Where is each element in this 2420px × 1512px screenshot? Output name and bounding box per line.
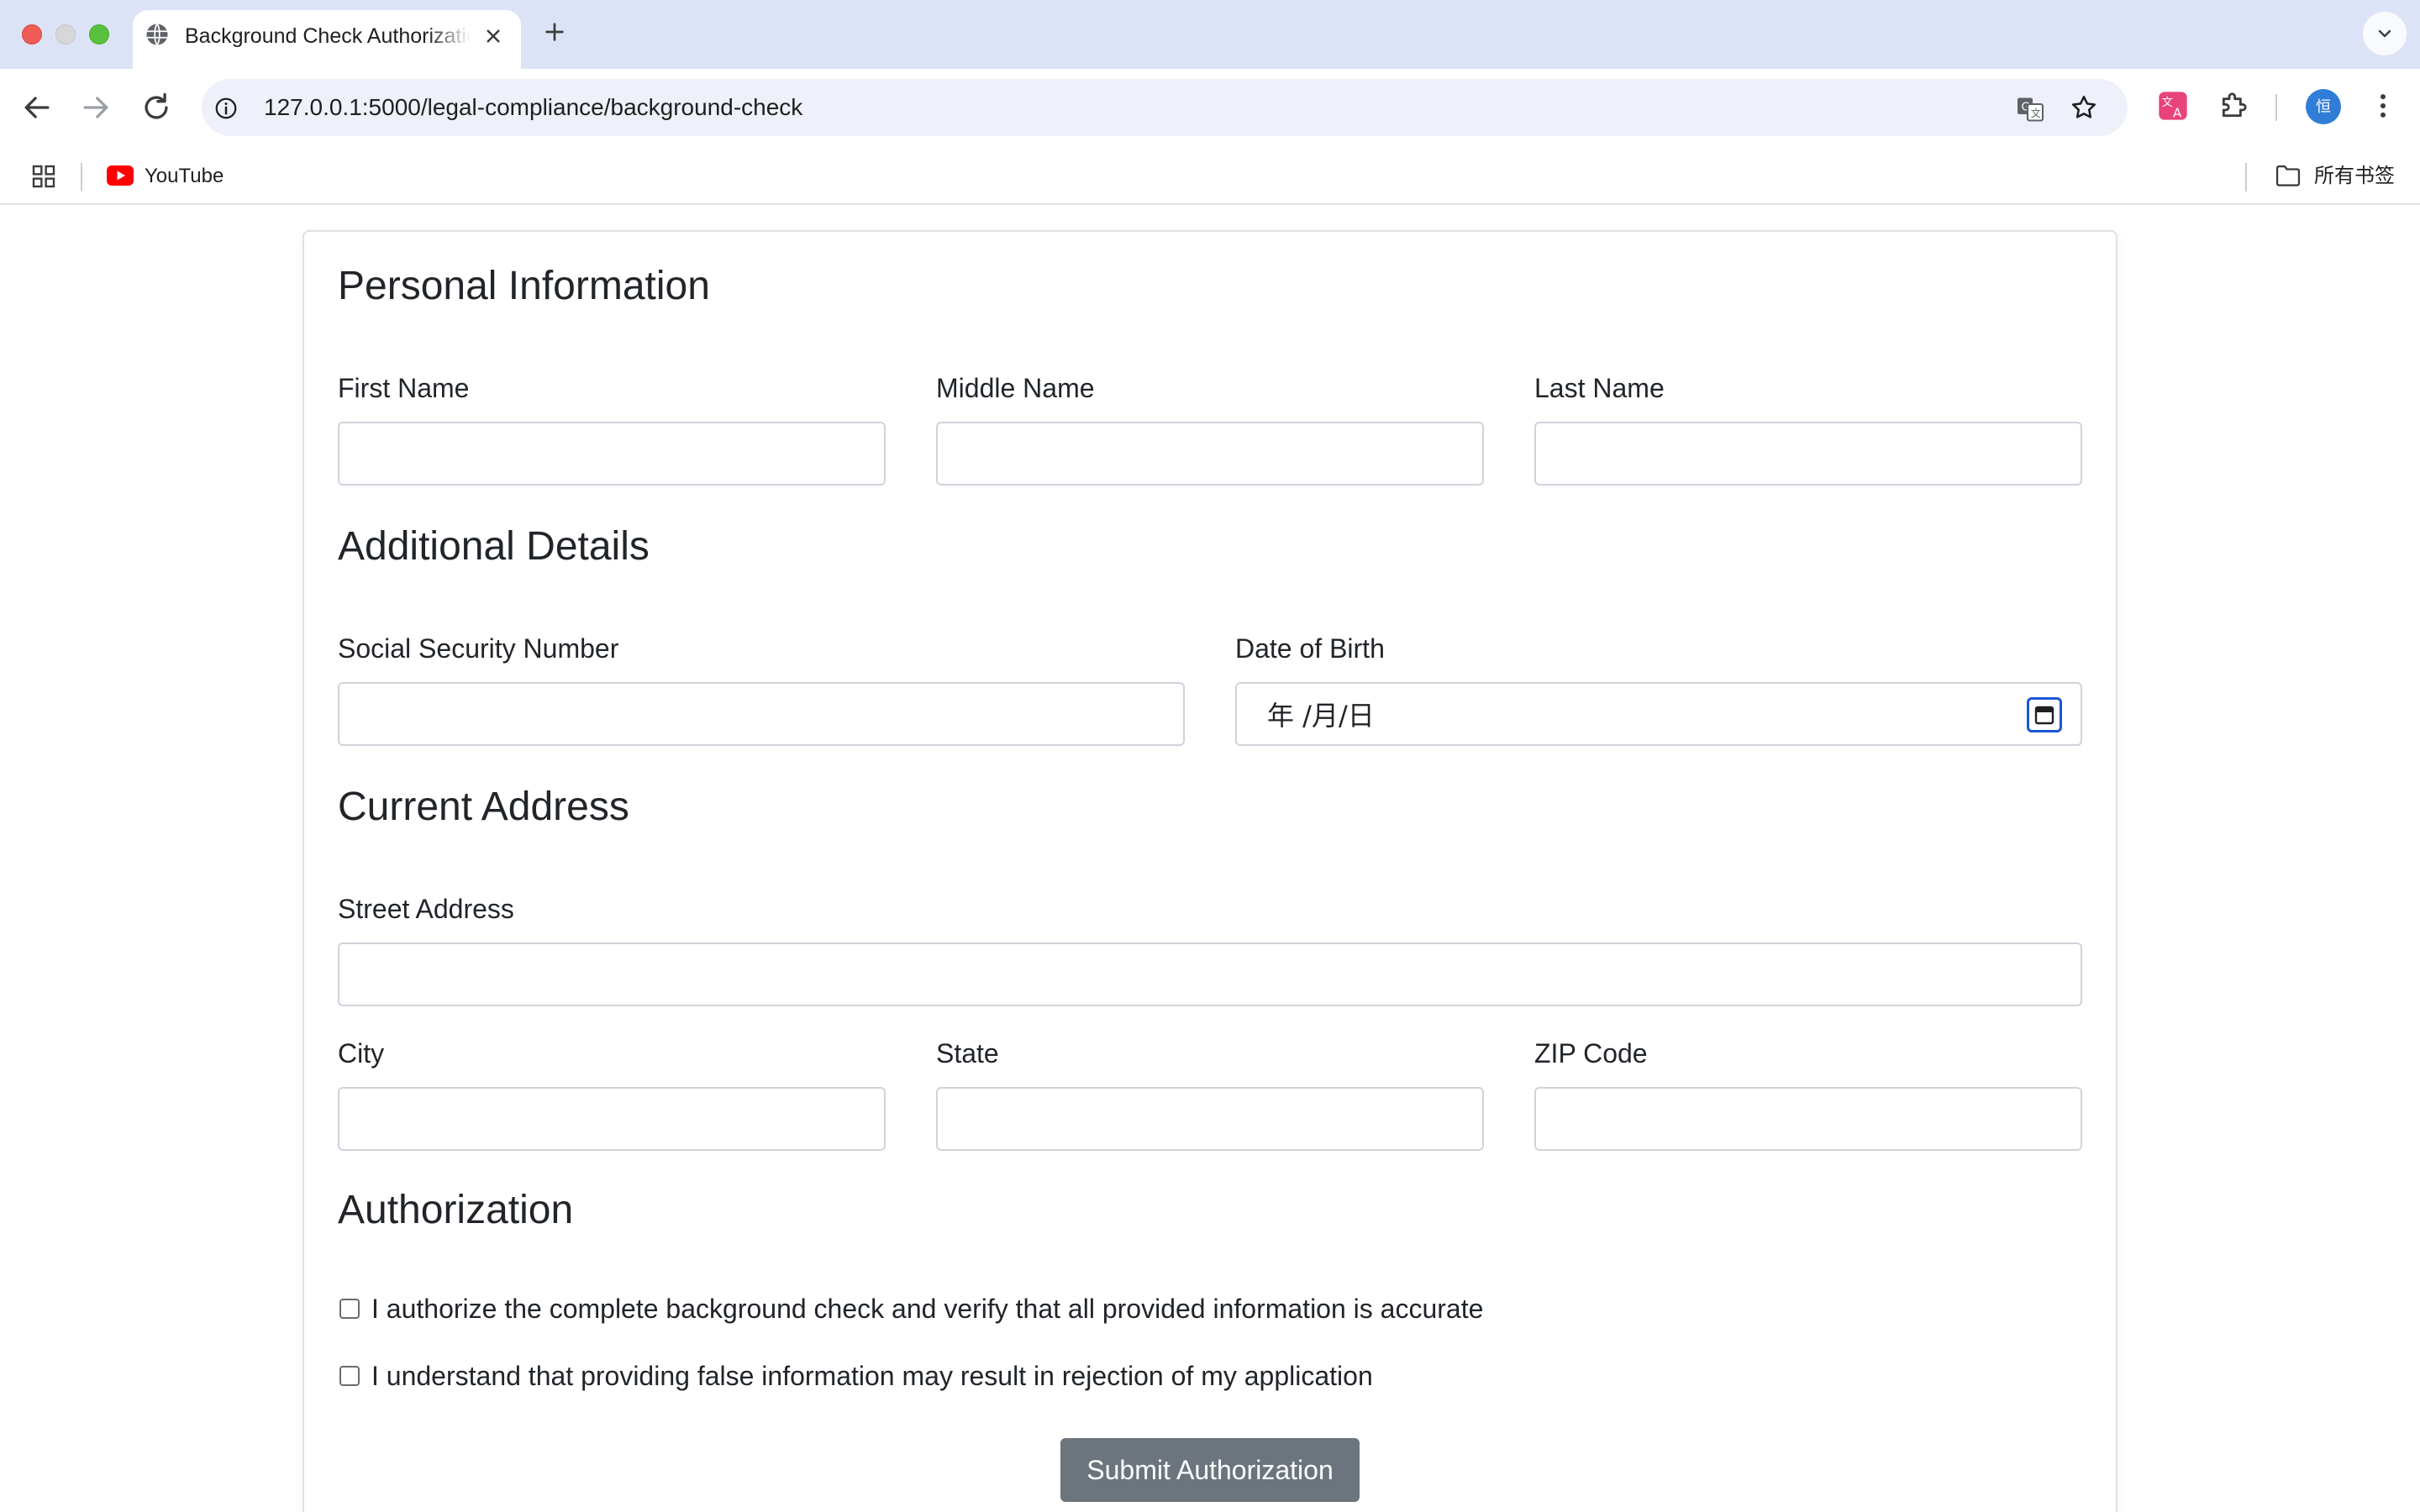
folder-icon bbox=[2274, 163, 2302, 188]
globe-icon bbox=[145, 22, 170, 47]
city-label: City bbox=[338, 1038, 385, 1068]
toolbar-divider bbox=[2275, 94, 2277, 121]
all-bookmarks-button[interactable]: 所有书签 bbox=[2274, 160, 2413, 193]
active-tab[interactable]: Background Check Authorization bbox=[133, 10, 521, 69]
avatar[interactable]: 恒 bbox=[2306, 89, 2341, 124]
apps-grid-icon[interactable] bbox=[30, 163, 57, 190]
forward-arrow-icon[interactable] bbox=[77, 89, 114, 126]
translator-extension-icon[interactable]: 文A bbox=[2156, 89, 2190, 123]
understand-checkbox-label[interactable]: I understand that providing false inform… bbox=[371, 1359, 1373, 1393]
background-check-form: Personal Information First Name Middle N… bbox=[302, 230, 2118, 1512]
state-label: State bbox=[936, 1038, 999, 1068]
submit-authorization-button[interactable]: Submit Authorization bbox=[1060, 1438, 1360, 1502]
understand-checkbox[interactable] bbox=[339, 1366, 360, 1386]
authorize-check-row: I authorize the complete background chec… bbox=[338, 1292, 1598, 1329]
ssn-field[interactable] bbox=[338, 682, 1185, 746]
youtube-icon bbox=[106, 165, 134, 186]
last-name-label: Last Name bbox=[1534, 373, 1665, 403]
state-field[interactable] bbox=[936, 1087, 1484, 1151]
street-label: Street Address bbox=[338, 894, 514, 924]
ssn-label: Social Security Number bbox=[338, 633, 619, 664]
window-minimize-button[interactable] bbox=[55, 24, 76, 45]
translate-icon[interactable]: G文 bbox=[2015, 94, 2045, 124]
close-icon[interactable] bbox=[481, 24, 506, 49]
middle-name-label: Middle Name bbox=[936, 373, 1095, 403]
first-name-label: First Name bbox=[338, 373, 470, 403]
section-title-additional: Additional Details bbox=[338, 524, 650, 569]
section-title-address: Current Address bbox=[338, 785, 629, 829]
svg-text:文: 文 bbox=[2031, 107, 2041, 119]
first-name-field[interactable] bbox=[338, 422, 886, 486]
middle-name-field[interactable] bbox=[936, 422, 1484, 486]
kebab-menu-icon[interactable] bbox=[2366, 89, 2400, 123]
last-name-field[interactable] bbox=[1534, 422, 2082, 486]
tab-strip: Background Check Authorization bbox=[0, 0, 2420, 69]
bookmarks-bar: YouTube 所有书签 bbox=[0, 146, 2420, 205]
authorize-checkbox[interactable] bbox=[339, 1299, 360, 1319]
puzzle-icon[interactable] bbox=[2217, 89, 2250, 123]
bookmarks-divider bbox=[2245, 163, 2247, 192]
reload-icon[interactable] bbox=[138, 89, 175, 126]
window-close-button[interactable] bbox=[22, 24, 42, 45]
street-address-field[interactable] bbox=[338, 942, 2082, 1006]
page-viewport: Personal Information First Name Middle N… bbox=[0, 205, 2420, 1512]
info-icon[interactable] bbox=[213, 96, 239, 121]
tab-search-button[interactable] bbox=[2363, 12, 2407, 55]
zip-code-field[interactable] bbox=[1534, 1087, 2082, 1151]
window-zoom-button[interactable] bbox=[89, 24, 109, 45]
authorize-checkbox-label[interactable]: I authorize the complete background chec… bbox=[371, 1292, 1483, 1326]
tab-title: Background Check Authorization bbox=[185, 24, 471, 48]
browser-toolbar: 127.0.0.1:5000/legal-compliance/backgrou… bbox=[0, 69, 2420, 146]
all-bookmarks-label: 所有书签 bbox=[2314, 165, 2395, 187]
dob-label: Date of Birth bbox=[1235, 633, 1385, 664]
section-title-personal: Personal Information bbox=[338, 264, 710, 308]
star-icon[interactable] bbox=[2069, 92, 2099, 123]
city-field[interactable] bbox=[338, 1087, 886, 1151]
date-of-birth-field[interactable]: 年 /月/日 bbox=[1235, 682, 2082, 746]
section-title-authorization: Authorization bbox=[338, 1188, 574, 1232]
bookmarks-divider bbox=[81, 163, 82, 192]
svg-text:A: A bbox=[2173, 105, 2182, 120]
address-bar[interactable]: 127.0.0.1:5000/legal-compliance/backgrou… bbox=[202, 79, 2128, 136]
plus-icon[interactable] bbox=[541, 18, 568, 45]
date-placeholder: 年 /月/日 bbox=[1267, 700, 1375, 732]
zip-label: ZIP Code bbox=[1534, 1038, 1648, 1068]
chevron-down-icon bbox=[2378, 29, 2391, 38]
calendar-icon[interactable] bbox=[2027, 697, 2062, 732]
understand-check-row: I understand that providing false inform… bbox=[338, 1359, 1598, 1396]
svg-text:文: 文 bbox=[2162, 96, 2173, 109]
url-text: 127.0.0.1:5000/legal-compliance/backgrou… bbox=[264, 94, 803, 120]
back-arrow-icon[interactable] bbox=[18, 89, 55, 126]
bookmark-label: YouTube bbox=[145, 165, 224, 187]
